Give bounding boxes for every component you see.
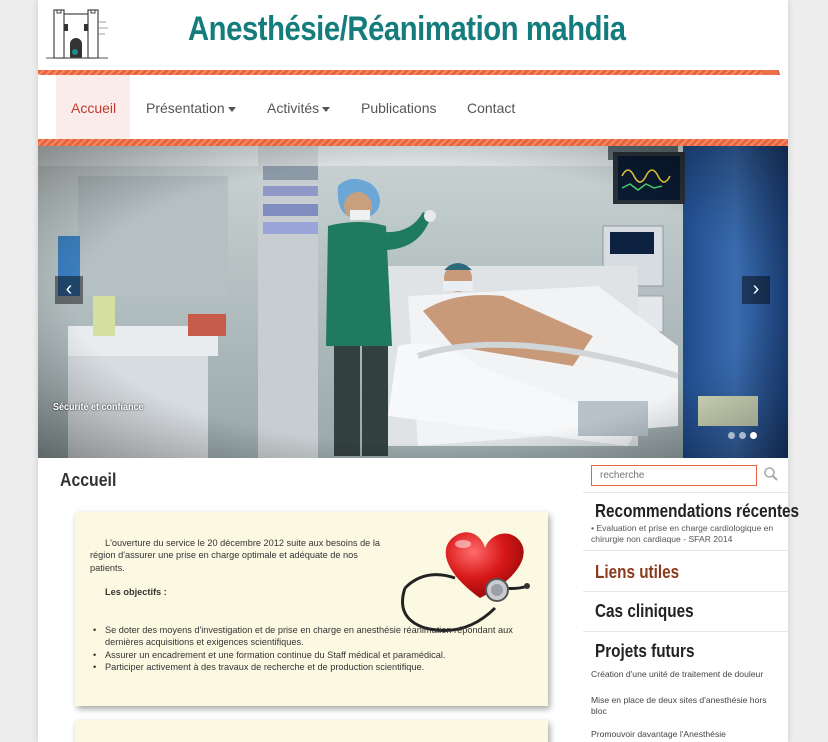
- sidebar: Recommendations récentes • Evaluation et…: [583, 458, 799, 742]
- caret-down-icon: [322, 106, 331, 112]
- search-input[interactable]: [591, 465, 757, 486]
- chevron-left-icon: ‹: [65, 278, 73, 300]
- nav-accueil[interactable]: Accueil: [56, 75, 130, 139]
- divider: [583, 631, 788, 632]
- future-project-item: Mise en place de deux sites d'anesthésie…: [591, 695, 767, 716]
- clinical-cases-title[interactable]: Cas cliniques: [595, 601, 694, 622]
- nav-presentation-label: Présentation: [146, 100, 225, 116]
- divider: [583, 591, 788, 592]
- search-icon[interactable]: [763, 466, 779, 482]
- caret-down-icon: [227, 106, 236, 112]
- slider-dot-2[interactable]: [739, 432, 746, 439]
- nav-presentation[interactable]: Présentation: [131, 75, 251, 139]
- slide-photo-icu: [38, 146, 788, 458]
- site-title[interactable]: Anesthésie/Réanimation mahdia: [188, 10, 626, 49]
- future-project-item: Promouvoir davantage l'Anesthésie: [591, 729, 726, 739]
- divider: [583, 550, 788, 551]
- slider-indicators: [728, 426, 761, 444]
- chevron-right-icon: ›: [752, 278, 760, 300]
- future-project-item: Création d'une unité de traitement de do…: [591, 669, 764, 679]
- recommendation-link[interactable]: • Evaluation et prise en charge cardiolo…: [591, 523, 783, 544]
- page-container: Anesthésie/Réanimation mahdia Accueil Pr…: [38, 0, 799, 742]
- slide-caption: Sécurité et confiance: [53, 402, 144, 413]
- slider-dot-1[interactable]: [728, 432, 735, 439]
- divider: [583, 492, 788, 493]
- site-logo[interactable]: [44, 8, 110, 64]
- list-item: Participer activement à des travaux de r…: [93, 661, 525, 674]
- intro-text: L'ouverture du service le 20 décembre 20…: [90, 538, 380, 573]
- nav-contact[interactable]: Contact: [452, 75, 530, 139]
- list-item: Assurer un encadrement et une formation …: [93, 649, 525, 662]
- recommendations-title: Recommendations récentes: [595, 501, 800, 521]
- future-projects-title: Projets futurs: [595, 641, 695, 661]
- nav-publications[interactable]: Publications: [346, 75, 452, 139]
- site-header: Anesthésie/Réanimation mahdia: [38, 0, 788, 70]
- page-title: Accueil: [60, 470, 117, 490]
- useful-links-title[interactable]: Liens utiles: [595, 562, 679, 583]
- secondary-card: [75, 720, 548, 742]
- nav-contact-label: Contact: [467, 100, 516, 116]
- image-slider[interactable]: [38, 146, 788, 458]
- objectives-title: Les objectifs :: [105, 587, 167, 597]
- slider-next-button[interactable]: ›: [742, 276, 770, 304]
- slider-dot-3[interactable]: [750, 432, 757, 439]
- nav-activites[interactable]: Activités: [252, 75, 345, 139]
- nav-publications-label: Publications: [361, 100, 437, 116]
- heart-stethoscope-icon: [401, 532, 530, 632]
- list-item: Se doter des moyens d'investigation et d…: [93, 624, 525, 649]
- objectives-list: Se doter des moyens d'investigation et d…: [93, 624, 525, 674]
- nav-activites-label: Activités: [267, 100, 320, 116]
- nav-accueil-label: Accueil: [71, 100, 117, 116]
- slider-prev-button[interactable]: ‹: [55, 276, 83, 304]
- nav-ribbon-bottom: [38, 139, 788, 146]
- main-navigation: Accueil Présentation Activités Publicati…: [38, 75, 788, 139]
- intro-card: L'ouverture du service le 20 décembre 20…: [75, 512, 548, 706]
